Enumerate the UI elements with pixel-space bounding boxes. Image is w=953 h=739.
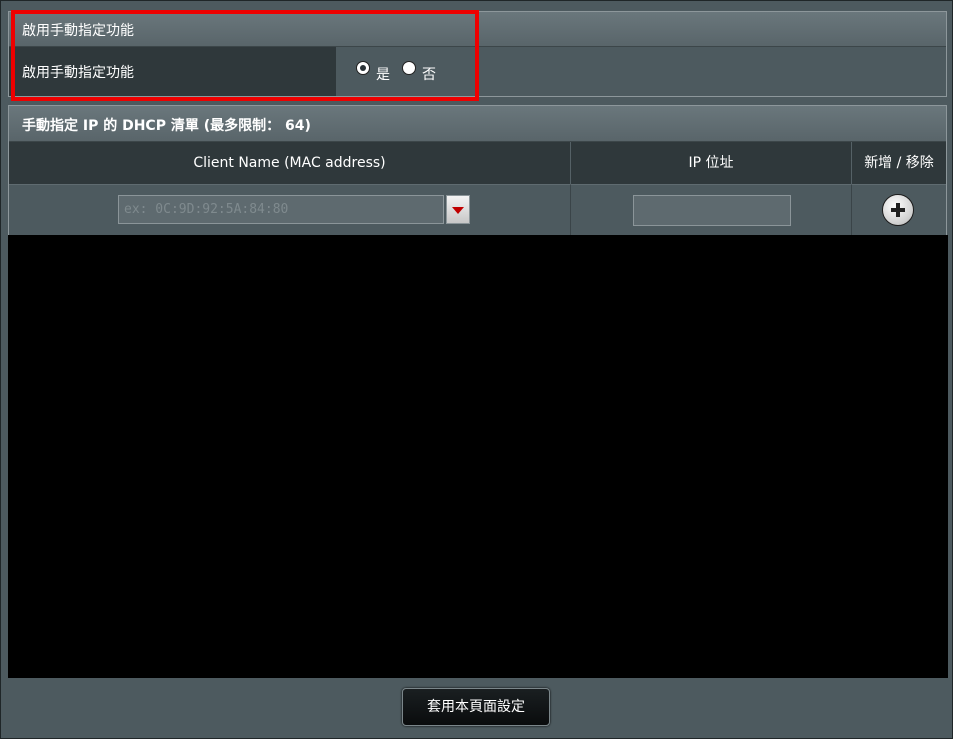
column-header-client-name: Client Name (MAC address): [9, 142, 571, 184]
highlight-box: [11, 10, 479, 101]
client-dropdown-button[interactable]: [446, 195, 470, 224]
page-frame: 啟用手動指定功能 啟用手動指定功能 是 否 手動指定 IP 的 DHCP 清單 …: [0, 0, 953, 739]
apply-settings-button[interactable]: 套用本頁面設定: [402, 688, 550, 726]
add-cell: [852, 184, 946, 236]
section-header: 手動指定 IP 的 DHCP 清單 (最多限制： 64): [9, 106, 946, 142]
mac-cell: ex: 0C:9D:92:5A:84:80: [9, 184, 571, 236]
list-content-area: [8, 235, 948, 678]
dhcp-list-section: 手動指定 IP 的 DHCP 清單 (最多限制： 64) Client Name…: [8, 105, 947, 236]
section-title: 手動指定 IP 的 DHCP 清單 (最多限制： 64): [22, 118, 311, 134]
ip-address-input[interactable]: [633, 195, 791, 226]
column-header-ip: IP 位址: [571, 142, 852, 184]
add-entry-icon[interactable]: [882, 194, 914, 226]
ip-cell: [571, 184, 852, 236]
mac-address-input[interactable]: ex: 0C:9D:92:5A:84:80: [118, 195, 444, 224]
column-header-add-remove: 新增 / 移除: [852, 142, 946, 184]
